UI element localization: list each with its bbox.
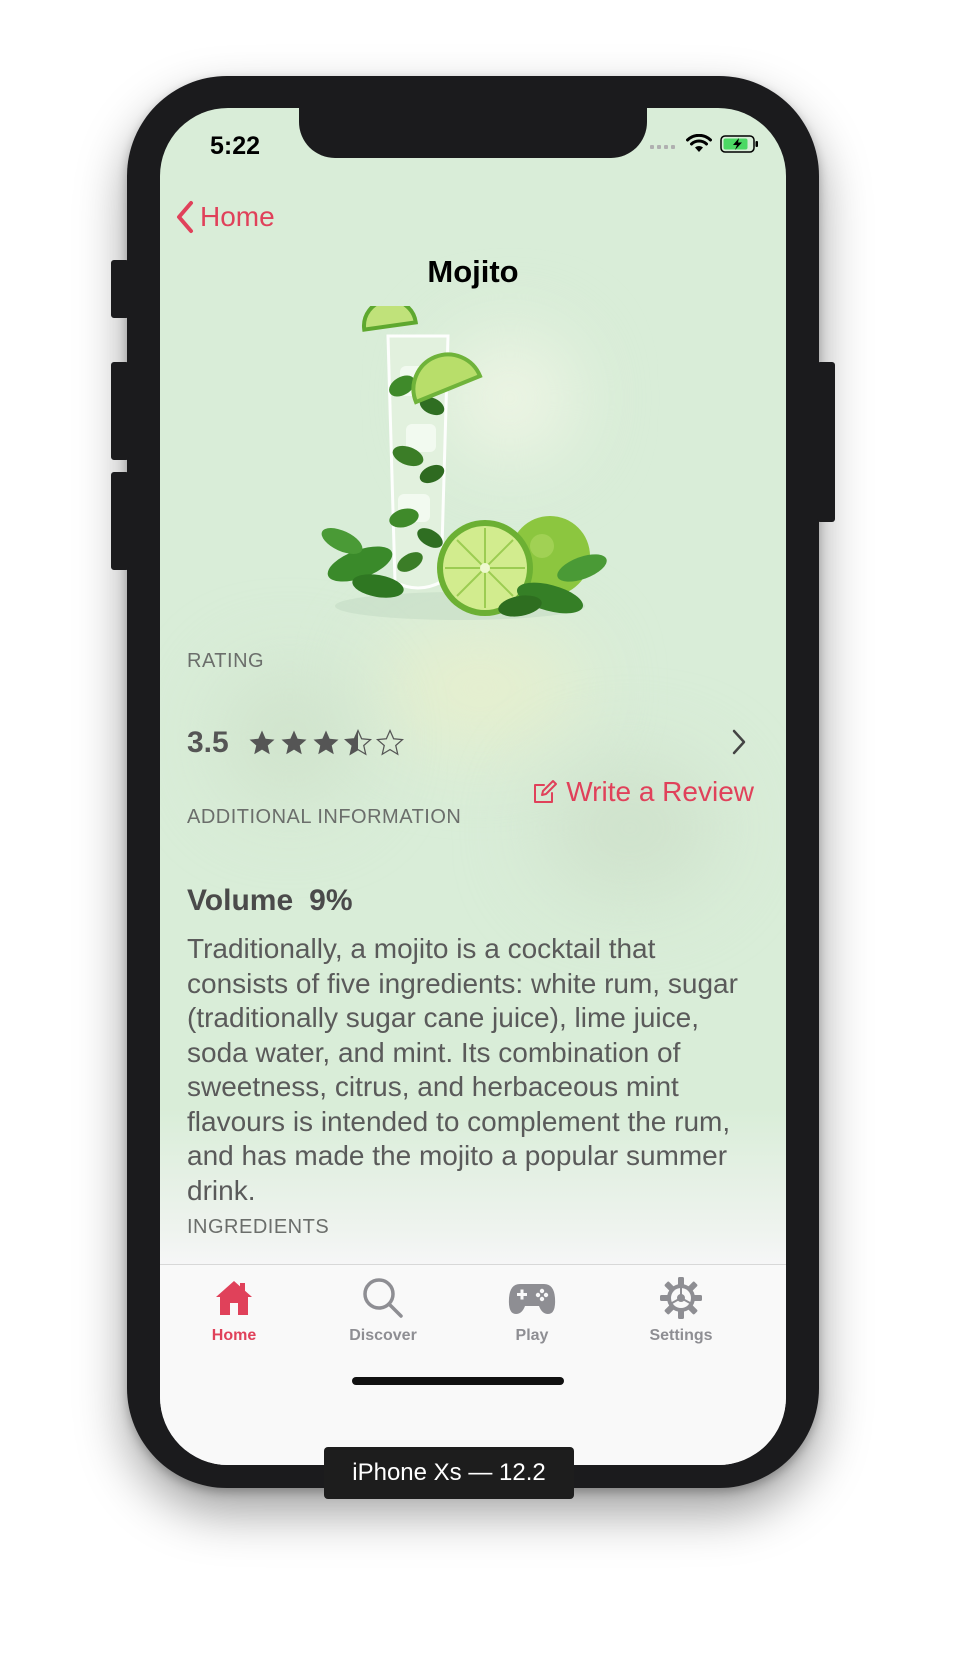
tab-discover[interactable]: Discover [323,1273,443,1345]
status-time: 5:22 [210,132,261,160]
write-review-button[interactable]: Write a Review [532,776,754,808]
search-icon [363,1278,403,1318]
simulator-device-label: iPhone Xs — 12.2 [324,1447,574,1499]
tab-bar: Home Discover Play Settings [160,1264,786,1465]
back-button[interactable]: Home [174,200,275,234]
wifi-icon [686,134,712,152]
ingredients-section-label: INGREDIENTS [187,1216,330,1238]
volume-down-button [111,472,129,570]
status-icons [650,134,760,154]
star-outline-icon [375,728,404,756]
description-text: Traditionally, a mojito is a cocktail th… [187,933,738,1206]
star-rating [247,728,405,758]
power-button [817,362,835,522]
drink-image [321,306,607,620]
rating-value: 3.5 [187,726,229,759]
half-star-icon [343,728,372,756]
tab-label: Discover [349,1327,417,1344]
gear-icon [660,1277,702,1319]
volume-up-button [111,362,129,460]
app-screen: 5:22 Home Mojito RATING 3.5 Write a Revi… [160,108,786,1465]
battery-charging-icon [720,135,758,153]
cellular-signal-icon [650,145,675,149]
house-icon [216,1281,252,1315]
volume-value: 9% [309,884,353,917]
write-review-label: Write a Review [566,776,754,807]
chevron-right-icon [732,729,746,755]
tab-home[interactable]: Home [174,1273,294,1345]
volume-label: Volume [187,884,294,917]
additional-info-section-label: ADDITIONAL INFORMATION [187,806,462,828]
tab-play[interactable]: Play [472,1273,592,1345]
tab-label: Settings [649,1327,713,1344]
page-title: Mojito [427,254,519,289]
star-icon [313,730,339,755]
home-indicator[interactable] [352,1377,564,1385]
silent-switch [111,260,129,318]
star-icon [281,730,307,755]
rating-row[interactable]: 3.5 [187,720,747,766]
gamepad-icon [508,1284,556,1314]
star-icon [249,730,275,755]
back-button-label: Home [200,201,275,232]
chevron-left-icon [177,201,193,233]
volume-row: Volume 9% [187,884,353,918]
edit-icon [534,780,558,803]
rating-section-label: RATING [187,650,265,672]
tab-label: Play [515,1327,549,1344]
notch [299,108,647,158]
tab-settings[interactable]: Settings [621,1273,741,1345]
tab-label: Home [211,1327,257,1344]
